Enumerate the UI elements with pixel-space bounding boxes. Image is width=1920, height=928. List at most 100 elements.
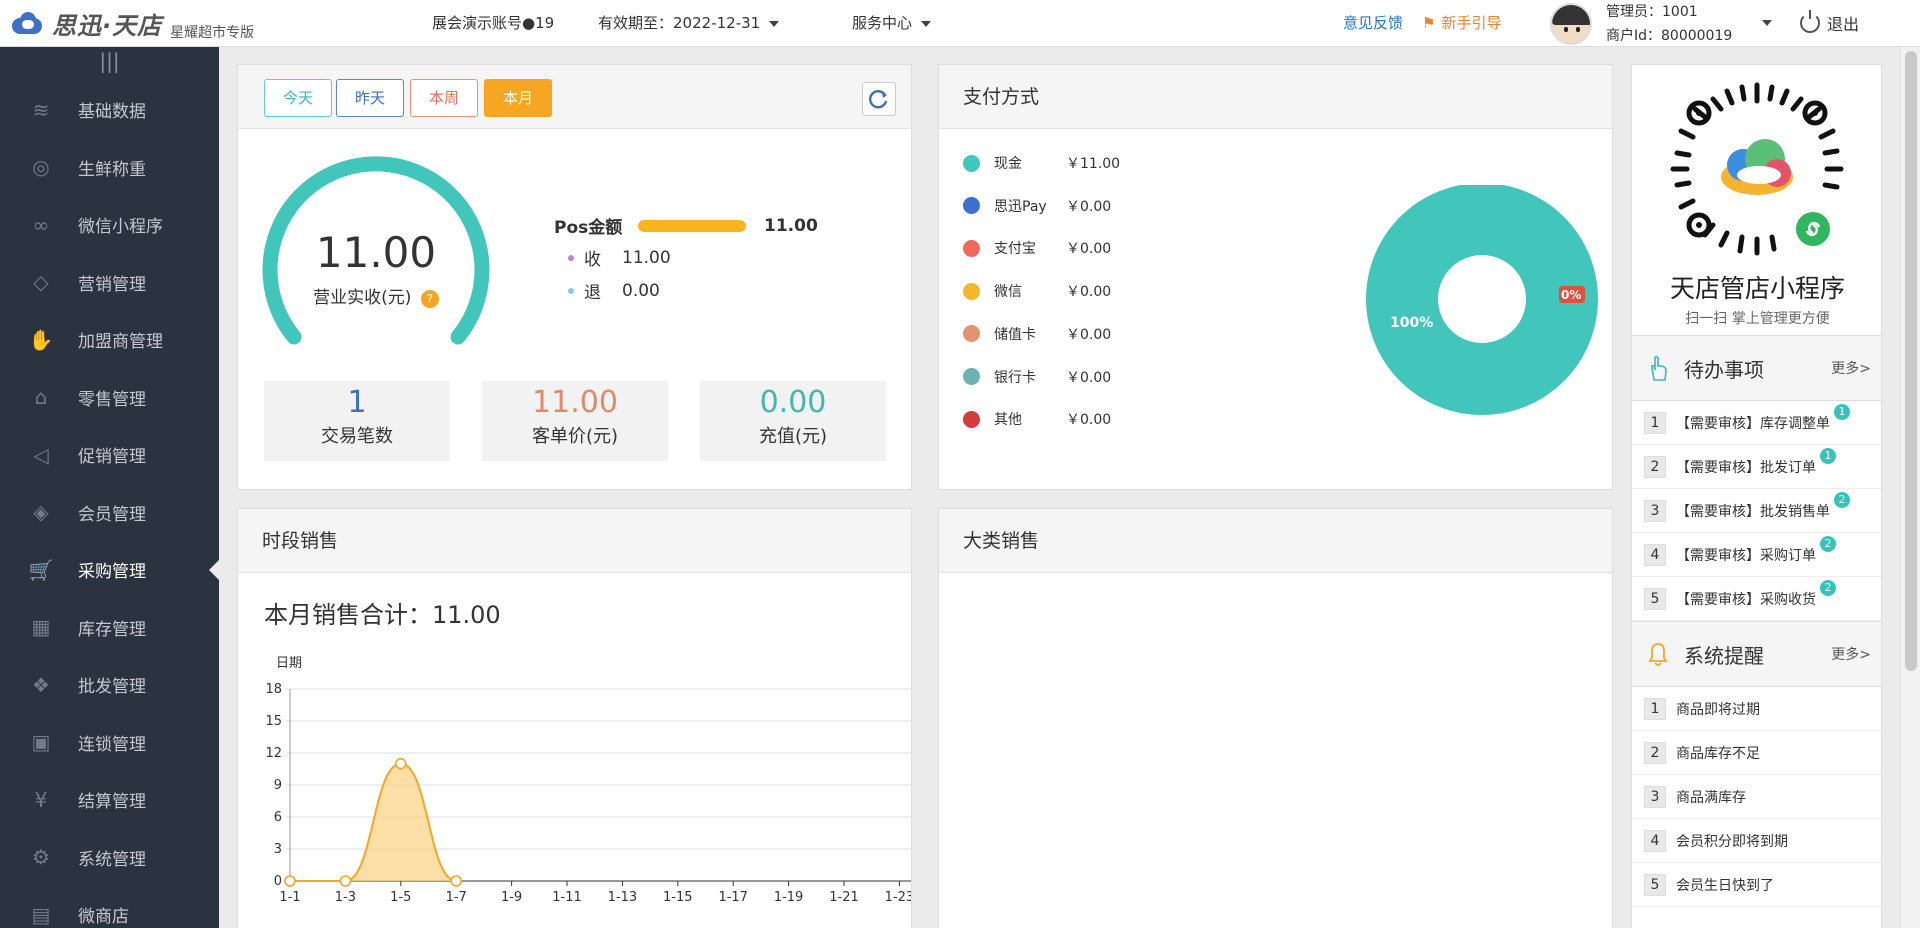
reminder-more-link[interactable]: 更多>	[1831, 644, 1871, 664]
x-tick-label: 1-11	[552, 890, 582, 905]
sidebar-item[interactable]: 🛒 采购管理	[0, 541, 219, 599]
count-badge: 2	[1834, 492, 1850, 508]
sidebar-item[interactable]: ◁ 促销管理	[0, 426, 219, 484]
sidebar-item[interactable]: ✋ 加盟商管理	[0, 311, 219, 369]
todo-header: 待办事项 更多>	[1632, 335, 1881, 401]
service-center-label: 服务中心	[852, 14, 913, 32]
item-number: 5	[1644, 873, 1666, 896]
expiry-label: 有效期至：	[598, 14, 674, 32]
category-sales-card: 大类销售	[938, 508, 1613, 928]
stat-transactions-label: 交易笔数	[321, 426, 393, 447]
brand-name: 思迅·天店	[52, 11, 163, 40]
pos-progress-bar	[638, 219, 746, 232]
sidebar-item[interactable]: ▤ 微商店	[0, 886, 219, 928]
qr-code-icon[interactable]	[1667, 79, 1847, 259]
item-text: 【需要审核】库存调整单	[1676, 415, 1830, 432]
logout-button[interactable]: 退出	[1800, 10, 1859, 35]
period-sales-card: 时段销售 本月销售合计：11.00 日期 0 3 6 9 12 15 18 1-1 1-3 1-5 1…	[237, 508, 912, 928]
guide-link[interactable]: ⚑ 新手引导	[1422, 12, 1501, 33]
todo-item[interactable]: 5 【需要审核】采购收货 2	[1632, 577, 1881, 621]
user-menu-chevron-icon[interactable]	[1762, 20, 1772, 26]
sidebar-item[interactable]: ◇ 营销管理	[0, 254, 219, 312]
sidebar-item-label: 加盟商管理	[78, 332, 163, 353]
handshake-icon: ✋	[28, 327, 54, 352]
payment-method-amount: ￥0.00	[1066, 284, 1112, 301]
todo-item[interactable]: 2 【需要审核】批发订单 1	[1632, 445, 1881, 489]
diamond-icon: ◇	[33, 270, 49, 295]
sidebar-item[interactable]: ≋ 基础数据	[0, 81, 219, 139]
item-number: 2	[1644, 741, 1666, 764]
sidebar-item[interactable]: ⌂ 零售管理	[0, 369, 219, 427]
reminder-item[interactable]: 2 商品库存不足	[1632, 731, 1881, 775]
sidebar-item[interactable]: ◎ 生鲜称重	[0, 139, 219, 197]
pie-label-other: 0%	[1561, 288, 1581, 302]
period-sales-chart: 日期 0 3 6 9 12 15 18 1-1 1-3 1-5 1-7 1-9 1-11 1-13 1-15 1…	[265, 656, 912, 905]
miniprogram-icon: ∞	[32, 212, 50, 237]
item-text: 【需要审核】采购收货	[1676, 591, 1816, 608]
sidebar: ||| ≋ 基础数据 ◎ 生鲜称重 ∞ 微信小程序 ◇ 营销管理 ✋ 加盟商管理 ⌂ 零售管理 ◁ 促销管…	[0, 47, 219, 928]
sidebar-toggle-icon[interactable]: |||	[0, 47, 219, 81]
refresh-button[interactable]	[862, 82, 896, 116]
item-text: 【需要审核】批发销售单	[1676, 503, 1830, 520]
scrollbar-thumb[interactable]	[1905, 51, 1917, 671]
sidebar-item[interactable]: ❖ 批发管理	[0, 656, 219, 714]
period-sales-total: 本月销售合计：11.00	[264, 601, 501, 629]
income-value: 11.00	[622, 247, 671, 268]
x-tick-label: 1-23	[885, 890, 912, 905]
todo-more-link[interactable]: 更多>	[1831, 358, 1871, 378]
tab-today[interactable]: 今天	[264, 79, 332, 117]
sidebar-item-label: 连锁管理	[78, 734, 146, 755]
y-tick-label: 15	[265, 714, 282, 729]
tab-yesterday[interactable]: 昨天	[336, 79, 404, 117]
page-scrollbar[interactable]	[1900, 47, 1920, 928]
mini-program-title: 天店管店小程序	[1669, 274, 1845, 303]
sidebar-item[interactable]: ∞ 微信小程序	[0, 196, 219, 254]
summary-card: 今天 昨天 本周 本月 11.00 营业实收(元) ? Pos金额 11.00 …	[237, 64, 912, 490]
sidebar-item[interactable]: ▦ 库存管理	[0, 599, 219, 657]
reminder-item[interactable]: 5 会员生日快到了	[1632, 863, 1881, 907]
payment-pie: 100% 0%	[1366, 185, 1598, 415]
shop-icon: ▤	[31, 902, 51, 927]
todo-item[interactable]: 4 【需要审核】采购订单 2	[1632, 533, 1881, 577]
warehouse-icon: ▦	[31, 615, 51, 640]
sidebar-item[interactable]: ◈ 会员管理	[0, 484, 219, 542]
payment-method-amount: ￥0.00	[1066, 241, 1112, 258]
reminder-item[interactable]: 3 商品满库存	[1632, 775, 1881, 819]
sidebar-item[interactable]: ▣ 连锁管理	[0, 714, 219, 772]
payment-method-name: 银行卡	[994, 369, 1036, 386]
edition-label: 星耀超市专版	[170, 25, 255, 41]
help-icon[interactable]: ?	[420, 290, 439, 308]
income-row: 收 11.00	[568, 245, 671, 270]
payment-legend-item: 支付宝 ￥0.00	[963, 238, 1111, 258]
service-center-menu[interactable]: 服务中心	[852, 12, 932, 33]
brand-logo[interactable]: 思迅·天店 星耀超市专版	[10, 6, 255, 41]
reminder-item[interactable]: 1 商品即将过期	[1632, 687, 1881, 731]
sidebar-item[interactable]: ⚙ 系统管理	[0, 829, 219, 887]
reminder-item[interactable]: 4 会员积分即将到期	[1632, 819, 1881, 863]
tab-this-month[interactable]: 本月	[484, 79, 552, 117]
payment-legend-item: 银行卡 ￥0.00	[963, 367, 1111, 387]
y-tick-label: 9	[274, 778, 282, 793]
avatar[interactable]	[1550, 3, 1592, 45]
bell-icon	[1648, 643, 1668, 666]
feedback-link[interactable]: 意见反馈	[1343, 12, 1403, 33]
chain-store-icon: ▣	[31, 730, 51, 755]
reminder-title: 系统提醒	[1684, 643, 1764, 668]
todo-item[interactable]: 1 【需要审核】库存调整单 1	[1632, 401, 1881, 445]
income-label: 收	[584, 250, 601, 270]
tab-this-week[interactable]: 本周	[410, 79, 478, 117]
refund-dot-icon	[568, 287, 574, 294]
refund-value: 0.00	[622, 280, 660, 301]
todo-item[interactable]: 3 【需要审核】批发销售单 2	[1632, 489, 1881, 533]
x-tick-label: 1-21	[829, 890, 859, 905]
count-badge: 1	[1834, 404, 1850, 420]
revenue-value: 11.00	[315, 228, 437, 277]
stat-avg-ticket-label: 客单价(元)	[531, 426, 619, 447]
item-text: 商品库存不足	[1676, 745, 1760, 762]
data-point	[339, 875, 352, 887]
expiry-selector[interactable]: 有效期至：2022-12-31	[598, 12, 780, 33]
payment-method-name: 思迅Pay	[994, 198, 1047, 215]
x-tick-label: 1-13	[608, 890, 638, 905]
sidebar-item[interactable]: ¥ 结算管理	[0, 771, 219, 829]
pos-label: Pos金额	[554, 218, 623, 238]
